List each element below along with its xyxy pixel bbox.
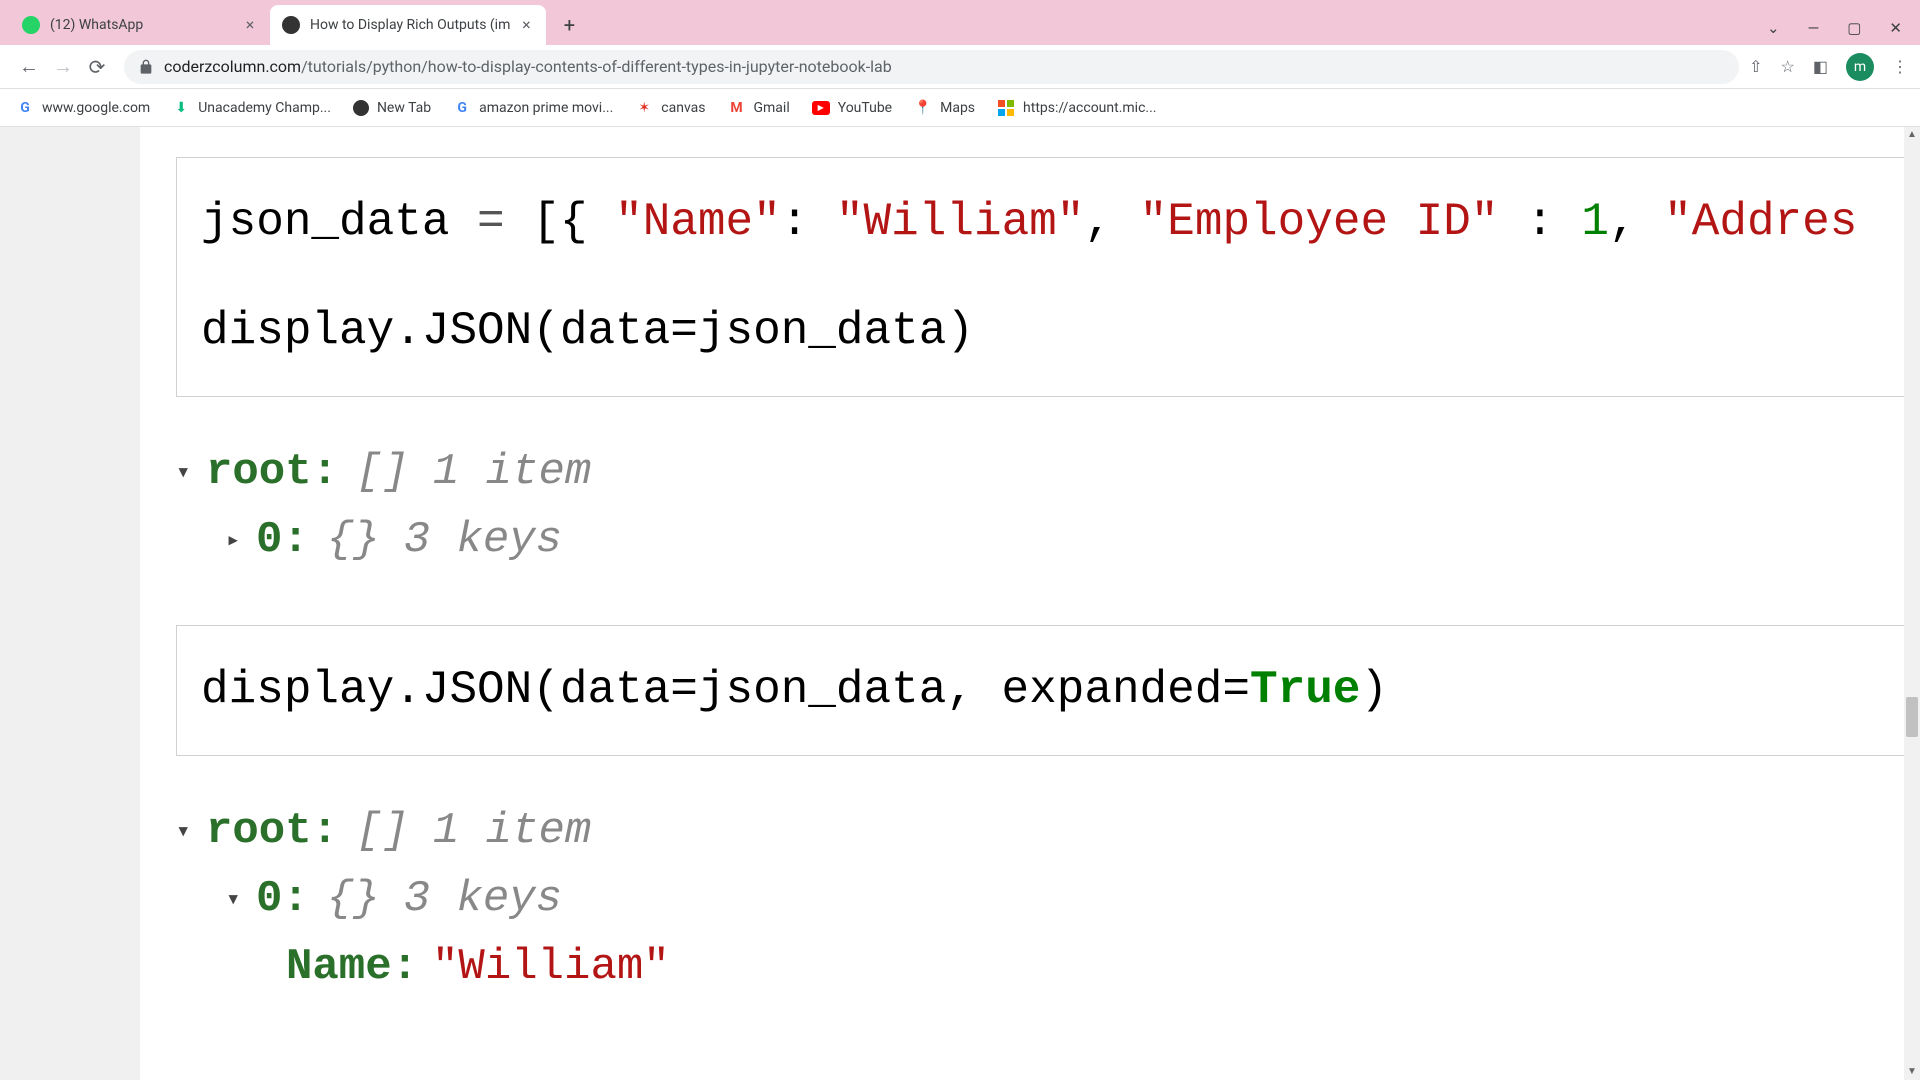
- code-line: display.JSON(data=json_data, expanded=Tr…: [201, 656, 1895, 725]
- lock-icon: [138, 59, 154, 75]
- caret-right-icon[interactable]: ▸: [226, 525, 256, 555]
- bookmark-maps[interactable]: 📍 Maps: [914, 99, 975, 117]
- minimize-icon[interactable]: —: [1808, 19, 1820, 37]
- bookmark-label: Gmail: [753, 100, 789, 116]
- bookmark-newtab[interactable]: New Tab: [353, 100, 431, 116]
- menu-icon[interactable]: ⋮: [1892, 57, 1908, 76]
- close-icon[interactable]: ×: [242, 17, 258, 33]
- bookmark-youtube[interactable]: ▶ YouTube: [812, 100, 892, 116]
- tab-active[interactable]: How to Display Rich Outputs (im ×: [270, 5, 546, 45]
- reload-button[interactable]: ⟳: [80, 50, 114, 84]
- star-icon[interactable]: ☆: [1781, 57, 1795, 76]
- site-favicon-icon: [282, 16, 300, 34]
- left-margin: [0, 127, 140, 1080]
- tree-root[interactable]: ▾ root: [] 1 item: [176, 447, 1920, 497]
- youtube-icon: ▶: [812, 101, 830, 115]
- bookmark-google[interactable]: G www.google.com: [16, 99, 150, 117]
- close-window-icon[interactable]: ✕: [1889, 19, 1902, 37]
- url-text: coderzcolumn.com/tutorials/python/how-to…: [164, 57, 892, 76]
- chevron-down-icon[interactable]: ⌄: [1767, 19, 1780, 37]
- bookmark-label: amazon prime movi...: [479, 100, 613, 116]
- tree-root[interactable]: ▾ root: [] 1 item: [176, 806, 1920, 856]
- maps-icon: 📍: [914, 99, 932, 117]
- code-line: json_data = [{ "Name": "William", "Emplo…: [201, 188, 1895, 257]
- code-cell-1: json_data = [{ "Name": "William", "Emplo…: [176, 157, 1920, 397]
- canvas-icon: ✶: [635, 99, 653, 117]
- forward-button[interactable]: →: [46, 50, 80, 84]
- bookmark-label: www.google.com: [42, 100, 150, 116]
- back-button[interactable]: ←: [12, 50, 46, 84]
- tree-child[interactable]: ▸ 0: {} 3 keys: [176, 515, 1920, 565]
- bookmark-label: canvas: [661, 100, 705, 116]
- bookmark-label: https://account.mic...: [1023, 100, 1156, 116]
- json-output-2: ▾ root: [] 1 item ▾ 0: {} 3 keys Name: "…: [176, 806, 1920, 992]
- bookmark-unacademy[interactable]: ⬇ Unacademy Champ...: [172, 99, 331, 117]
- bookmark-canvas[interactable]: ✶ canvas: [635, 99, 705, 117]
- caret-down-icon[interactable]: ▾: [176, 816, 206, 846]
- tree-child[interactable]: ▾ 0: {} 3 keys: [176, 874, 1920, 924]
- gmail-icon: M: [727, 99, 745, 117]
- bookmark-label: Maps: [940, 100, 975, 116]
- main-content: json_data = [{ "Name": "William", "Emplo…: [140, 127, 1920, 1080]
- whatsapp-favicon-icon: [22, 16, 40, 34]
- globe-icon: [353, 100, 369, 116]
- vertical-scrollbar[interactable]: ▲ ▼: [1904, 127, 1920, 1080]
- google-icon: G: [16, 99, 34, 117]
- bookmarks-bar: G www.google.com ⬇ Unacademy Champ... Ne…: [0, 89, 1920, 127]
- profile-avatar[interactable]: m: [1846, 53, 1874, 81]
- unacademy-icon: ⬇: [172, 99, 190, 117]
- bookmark-microsoft[interactable]: https://account.mic...: [997, 99, 1156, 117]
- share-icon[interactable]: ⇧: [1749, 57, 1762, 76]
- scroll-thumb[interactable]: [1906, 697, 1918, 737]
- tree-leaf: Name: "William": [176, 942, 1920, 992]
- close-icon[interactable]: ×: [518, 17, 534, 33]
- address-icons: ⇧ ☆ ◧ m ⋮: [1749, 53, 1908, 81]
- tab-whatsapp[interactable]: (12) WhatsApp ×: [10, 5, 270, 45]
- content-area: json_data = [{ "Name": "William", "Emplo…: [0, 127, 1920, 1080]
- address-bar: ← → ⟳ coderzcolumn.com/tutorials/python/…: [0, 45, 1920, 89]
- window-controls: ⌄ — ▢ ✕: [1767, 19, 1920, 45]
- bookmark-gmail[interactable]: M Gmail: [727, 99, 789, 117]
- code-cell-2: display.JSON(data=json_data, expanded=Tr…: [176, 625, 1920, 756]
- google-icon: G: [453, 99, 471, 117]
- caret-down-icon[interactable]: ▾: [176, 457, 206, 487]
- maximize-icon[interactable]: ▢: [1847, 19, 1861, 37]
- tab-bar: (12) WhatsApp × How to Display Rich Outp…: [0, 0, 1920, 45]
- bookmark-label: New Tab: [377, 100, 431, 116]
- bookmark-label: YouTube: [838, 100, 892, 116]
- caret-down-icon[interactable]: ▾: [226, 884, 256, 914]
- scroll-down-icon[interactable]: ▼: [1904, 1064, 1920, 1080]
- json-output-1: ▾ root: [] 1 item ▸ 0: {} 3 keys: [176, 447, 1920, 565]
- tab-title: (12) WhatsApp: [50, 17, 234, 33]
- url-bar[interactable]: coderzcolumn.com/tutorials/python/how-to…: [124, 50, 1739, 84]
- tab-title: How to Display Rich Outputs (im: [310, 17, 510, 33]
- bookmark-amazon[interactable]: G amazon prime movi...: [453, 99, 613, 117]
- microsoft-icon: [997, 99, 1015, 117]
- new-tab-button[interactable]: +: [554, 10, 584, 40]
- side-panel-icon[interactable]: ◧: [1813, 57, 1828, 76]
- bookmark-label: Unacademy Champ...: [198, 100, 331, 116]
- code-line: display.JSON(data=json_data): [201, 297, 1895, 366]
- scroll-up-icon[interactable]: ▲: [1904, 127, 1920, 143]
